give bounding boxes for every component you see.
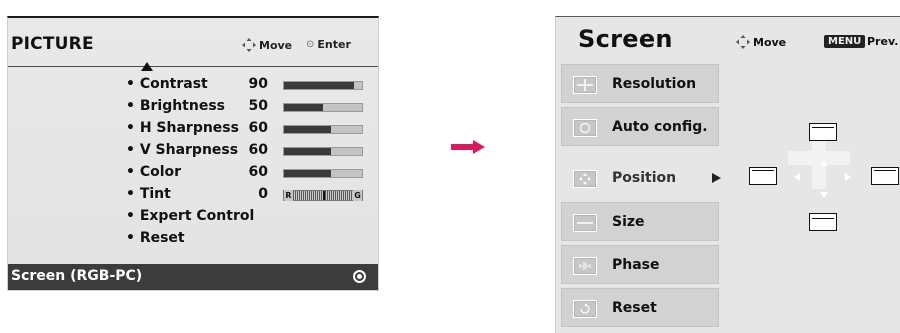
menu-item-expert-control[interactable]: • Expert Control bbox=[8, 206, 378, 228]
menu-item-label: • Tint bbox=[126, 186, 171, 202]
menu-item-value: 90 bbox=[248, 76, 268, 92]
move-hint-label: Move bbox=[259, 38, 293, 52]
brightness-slider[interactable] bbox=[283, 103, 363, 112]
tint-center-marker bbox=[323, 191, 325, 200]
menu-item-value: 50 bbox=[248, 98, 268, 114]
menu-item-value: 60 bbox=[248, 164, 268, 180]
tint-red-label: R bbox=[284, 190, 293, 201]
slider-fill bbox=[284, 126, 331, 133]
enter-hint: ⊙ Enter bbox=[306, 38, 351, 51]
screen-item-size[interactable]: Size bbox=[561, 202, 719, 241]
move-arrows-icon bbox=[573, 170, 597, 188]
screen-item-auto-config[interactable]: Auto config. bbox=[561, 107, 719, 146]
reset-icon bbox=[573, 300, 597, 318]
screen-item-resolution[interactable]: Resolution bbox=[561, 64, 719, 103]
move-hint: Move bbox=[242, 38, 292, 52]
menu-item-color[interactable]: • Color 60 bbox=[8, 162, 378, 184]
position-up-box[interactable] bbox=[809, 123, 837, 141]
picture-menu-panel: PICTURE Move ⊙ Enter • Contrast 90 • Bri… bbox=[7, 16, 379, 291]
phase-icon bbox=[573, 257, 597, 275]
screen-item-label: Reset bbox=[612, 300, 657, 316]
enter-hint-label: Enter bbox=[317, 38, 351, 51]
scroll-up-icon[interactable] bbox=[141, 62, 153, 71]
menu-item-v-sharpness[interactable]: • V Sharpness 60 bbox=[8, 140, 378, 162]
menu-item-value: 60 bbox=[248, 142, 268, 158]
slider-fill bbox=[284, 170, 331, 177]
menu-item-label: • Expert Control bbox=[126, 208, 255, 224]
tint-green-label: G bbox=[353, 190, 362, 201]
menu-item-label: • Contrast bbox=[126, 76, 208, 92]
v-sharpness-slider[interactable] bbox=[283, 147, 363, 156]
prev-hint-label: Prev. bbox=[867, 35, 899, 48]
move-arrows-icon bbox=[242, 38, 256, 52]
position-down-arrow-icon[interactable] bbox=[820, 192, 828, 198]
position-right-box[interactable] bbox=[871, 167, 899, 185]
menu-item-label: • Color bbox=[126, 164, 182, 180]
move-hint-label: Move bbox=[753, 35, 787, 49]
slider-fill bbox=[284, 148, 331, 155]
screen-item-label: Position bbox=[612, 170, 677, 186]
screen-item-phase[interactable]: Phase bbox=[561, 245, 719, 284]
menu-item-screen-rgb-pc[interactable]: Screen (RGB-PC) bbox=[8, 264, 378, 290]
menu-item-h-sharpness[interactable]: • H Sharpness 60 bbox=[8, 118, 378, 140]
header-divider bbox=[8, 66, 378, 67]
position-right-arrow-icon[interactable] bbox=[845, 173, 851, 181]
position-left-box[interactable] bbox=[749, 167, 777, 185]
screen-menu-title: Screen bbox=[578, 25, 673, 53]
screen-item-label: Auto config. bbox=[612, 119, 708, 135]
screen-menu-panel: Screen Move MENU Prev. Resolution Auto c… bbox=[555, 16, 900, 333]
submenu-arrow-icon bbox=[712, 173, 721, 183]
right-arrow-icon bbox=[451, 140, 485, 154]
menu-item-label: Screen (RGB-PC) bbox=[11, 268, 143, 284]
menu-item-label: • Brightness bbox=[126, 98, 226, 114]
slider-fill bbox=[284, 104, 323, 111]
menu-item-contrast[interactable]: • Contrast 90 bbox=[8, 74, 378, 96]
selected-radio-icon bbox=[353, 270, 366, 283]
menu-item-label: • H Sharpness bbox=[126, 120, 239, 136]
screen-item-label: Resolution bbox=[612, 76, 697, 92]
menu-item-value: 0 bbox=[258, 186, 268, 202]
move-hint: Move bbox=[736, 35, 786, 49]
picture-menu-header: PICTURE Move ⊙ Enter bbox=[8, 18, 378, 66]
menu-key-badge: MENU bbox=[824, 35, 866, 48]
menu-item-value: 60 bbox=[248, 120, 268, 136]
menu-item-tint[interactable]: • Tint 0 R G bbox=[8, 184, 378, 206]
screen-item-position[interactable]: Position bbox=[561, 158, 721, 197]
position-down-box[interactable] bbox=[809, 213, 837, 231]
enter-icon: ⊙ bbox=[306, 39, 315, 50]
menu-item-reset[interactable]: • Reset bbox=[8, 228, 378, 250]
picture-menu-title: PICTURE bbox=[11, 34, 94, 54]
menu-item-label: • V Sharpness bbox=[126, 142, 239, 158]
slider-fill bbox=[284, 82, 355, 89]
screen-item-reset[interactable]: Reset bbox=[561, 288, 719, 327]
screen-menu-header: Screen Move MENU Prev. bbox=[556, 17, 900, 65]
position-left-arrow-icon[interactable] bbox=[794, 173, 800, 181]
color-slider[interactable] bbox=[283, 169, 363, 178]
circle-icon bbox=[573, 119, 597, 137]
plus-icon bbox=[573, 76, 597, 94]
contrast-slider[interactable] bbox=[283, 81, 363, 90]
screen-item-label: Size bbox=[612, 214, 645, 230]
h-sharpness-slider[interactable] bbox=[283, 125, 363, 134]
position-up-arrow-icon[interactable] bbox=[820, 160, 828, 166]
minus-icon bbox=[573, 214, 597, 232]
tint-slider[interactable]: R G bbox=[283, 190, 363, 201]
menu-item-label: • Reset bbox=[126, 230, 185, 246]
move-arrows-icon bbox=[736, 35, 750, 49]
screen-item-label: Phase bbox=[612, 257, 660, 273]
menu-item-brightness[interactable]: • Brightness 50 bbox=[8, 96, 378, 118]
